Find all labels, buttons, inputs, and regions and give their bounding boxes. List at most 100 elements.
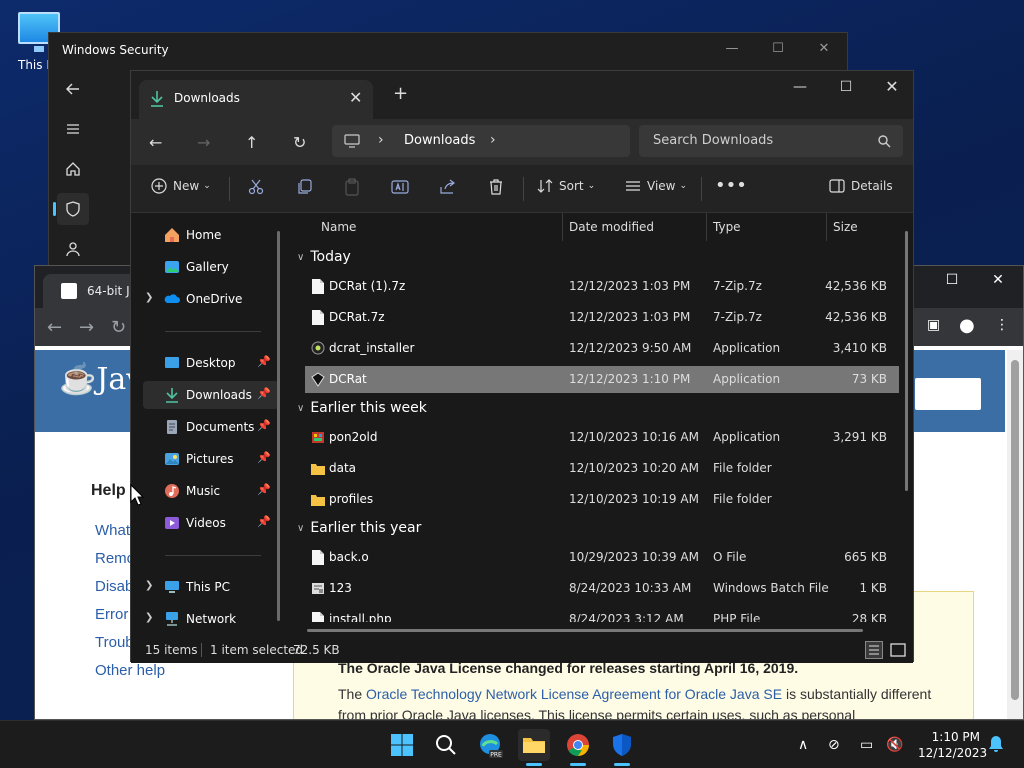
rename-button[interactable] [391, 178, 409, 196]
details-view-icon[interactable] [865, 641, 884, 659]
browser-reload-icon[interactable]: ↻ [111, 317, 126, 338]
help-link[interactable]: Error [95, 606, 128, 623]
explorer-tab-downloads[interactable]: Downloads ✕ [139, 80, 373, 119]
nav-item-downloads[interactable]: Downloads 📌 [143, 381, 279, 409]
notification-bell-icon[interactable] [988, 735, 1004, 753]
file-row[interactable]: pon2old 12/10/2023 10:16 AM Application 3,2… [305, 424, 899, 451]
see-more-button[interactable]: ••• [715, 175, 747, 196]
sort-button[interactable]: Sort ⌄ [537, 178, 595, 194]
breadcrumb-downloads[interactable]: Downloads [404, 133, 475, 148]
nav-item-videos[interactable]: Videos 📌 [143, 509, 279, 537]
nav-item-this-pc[interactable]: ❯ This PC [143, 573, 279, 601]
nav-item-music[interactable]: Music 📌 [143, 477, 279, 505]
windows-security-button[interactable] [606, 729, 638, 766]
horizontal-scrollbar[interactable] [307, 629, 863, 632]
file-row[interactable]: 123 8/24/2023 10:33 AM Windows Batch File 1… [305, 575, 899, 602]
close-button[interactable]: ✕ [801, 33, 847, 65]
large-icons-view-icon[interactable] [889, 641, 907, 659]
browser-scrollbar[interactable] [1007, 350, 1023, 719]
group-header-today[interactable]: ∨ Today [297, 249, 351, 265]
chevron-down-icon: ∨ [297, 252, 305, 263]
home-nav-button[interactable] [57, 153, 89, 185]
minimize-button[interactable]: — [777, 71, 823, 103]
file-row[interactable]: DCRat.7z 12/12/2023 1:03 PM 7-Zip.7z 42,536… [305, 304, 899, 331]
close-tab-icon[interactable]: ✕ [349, 88, 362, 107]
minimize-button[interactable]: — [709, 33, 755, 65]
help-link[interactable]: Troub [95, 634, 134, 651]
sidebar-icon[interactable]: ▣ [927, 317, 940, 333]
forward-button[interactable]: → [197, 133, 210, 152]
file-explorer-button[interactable] [518, 729, 550, 766]
folder-row[interactable]: data 12/10/2023 10:20 AM File folder [305, 455, 899, 482]
license-link[interactable]: Oracle Technology Network License Agreem… [366, 686, 782, 702]
network-disconnected-icon[interactable]: ⊘ [828, 737, 840, 753]
search-input[interactable]: Search Downloads [639, 125, 903, 157]
browser-forward-icon[interactable]: → [79, 317, 94, 338]
column-date-modified[interactable]: Date modified [569, 220, 654, 234]
display-icon[interactable]: ▭ [860, 737, 873, 753]
refresh-button[interactable]: ↻ [293, 133, 306, 152]
maximize-button[interactable]: ☐ [755, 33, 801, 65]
volume-muted-icon[interactable]: 🔇 [886, 737, 903, 753]
show-hidden-icons-icon[interactable]: ∧ [798, 737, 808, 753]
clock[interactable]: 1:10 PM 12/12/2023 [918, 729, 987, 761]
help-link[interactable]: Remo [95, 550, 135, 567]
more-menu-icon[interactable]: ⋮ [995, 317, 1009, 333]
chevron-right-icon[interactable]: › [490, 132, 496, 148]
file-row[interactable]: install.php 8/24/2023 3:12 AM PHP File 28 K… [305, 606, 899, 622]
file-row[interactable]: DCRat (1).7z 12/12/2023 1:03 PM 7-Zip.7z 42… [305, 273, 899, 300]
nav-item-pictures[interactable]: Pictures 📌 [143, 445, 279, 473]
menu-button[interactable] [57, 113, 89, 145]
file-row[interactable]: back.o 10/29/2023 10:39 AM O File 665 KB [305, 544, 899, 571]
copy-button[interactable] [295, 178, 313, 196]
search-button[interactable] [430, 729, 462, 761]
chrome-button[interactable] [562, 729, 594, 766]
java-search-input[interactable] [915, 378, 981, 410]
paste-button[interactable] [343, 178, 361, 196]
cut-button[interactable] [247, 178, 265, 196]
group-header-earlier-this-year[interactable]: ∨ Earlier this year [297, 520, 421, 536]
new-tab-button[interactable]: + [393, 83, 408, 104]
browser-maximize-button[interactable]: ☐ [929, 266, 975, 294]
back-button[interactable] [57, 73, 89, 105]
virus-protection-nav-button[interactable] [53, 193, 89, 225]
delete-button[interactable] [487, 178, 505, 196]
edge-preview-button[interactable]: PRE [474, 729, 506, 761]
pictures-icon [165, 453, 179, 465]
help-link[interactable]: What [95, 522, 130, 539]
file-row[interactable]: dcrat_installer 12/12/2023 9:50 AM Applica… [305, 335, 899, 362]
nav-item-network[interactable]: ❯ Network [143, 605, 279, 633]
nav-item-onedrive[interactable]: ❯ OneDrive [143, 285, 279, 313]
help-link[interactable]: Disab [95, 578, 133, 595]
close-button[interactable]: ✕ [869, 71, 915, 103]
nav-item-home[interactable]: Home [143, 221, 279, 249]
column-type[interactable]: Type [713, 220, 741, 234]
profile-icon[interactable]: ● [959, 315, 975, 336]
help-link[interactable]: Other help [95, 662, 165, 679]
selection-size: 72.5 KB [293, 643, 340, 657]
breadcrumb[interactable]: › Downloads › [332, 125, 630, 157]
column-size[interactable]: Size [833, 220, 858, 234]
browser-close-button[interactable]: ✕ [975, 266, 1021, 294]
back-button[interactable]: ← [149, 133, 162, 152]
start-button[interactable] [386, 729, 418, 761]
column-name[interactable]: Name [321, 220, 356, 234]
share-button[interactable] [439, 178, 457, 196]
chevron-right-icon[interactable]: › [378, 132, 384, 148]
browser-back-icon[interactable]: ← [47, 317, 62, 338]
maximize-button[interactable]: ☐ [823, 71, 869, 103]
file-list-scrollbar[interactable] [905, 231, 908, 491]
hamburger-icon [67, 124, 79, 134]
nav-item-documents[interactable]: Documents 📌 [143, 413, 279, 441]
folder-row[interactable]: profiles 12/10/2023 10:19 AM File folder [305, 486, 899, 513]
details-pane-button[interactable]: Details [829, 178, 893, 194]
new-button[interactable]: New ⌄ [151, 178, 211, 194]
nav-item-gallery[interactable]: Gallery [143, 253, 279, 281]
view-button[interactable]: View ⌄ [625, 178, 687, 194]
up-button[interactable]: ↑ [245, 133, 258, 152]
group-header-earlier-this-week[interactable]: ∨ Earlier this week [297, 400, 427, 416]
nav-item-desktop[interactable]: Desktop 📌 [143, 349, 279, 377]
account-nav-button[interactable] [57, 233, 89, 265]
file-row-selected[interactable]: DCRat 12/12/2023 1:10 PM Application 73 KB [305, 366, 899, 393]
nav-scrollbar[interactable] [277, 231, 280, 621]
